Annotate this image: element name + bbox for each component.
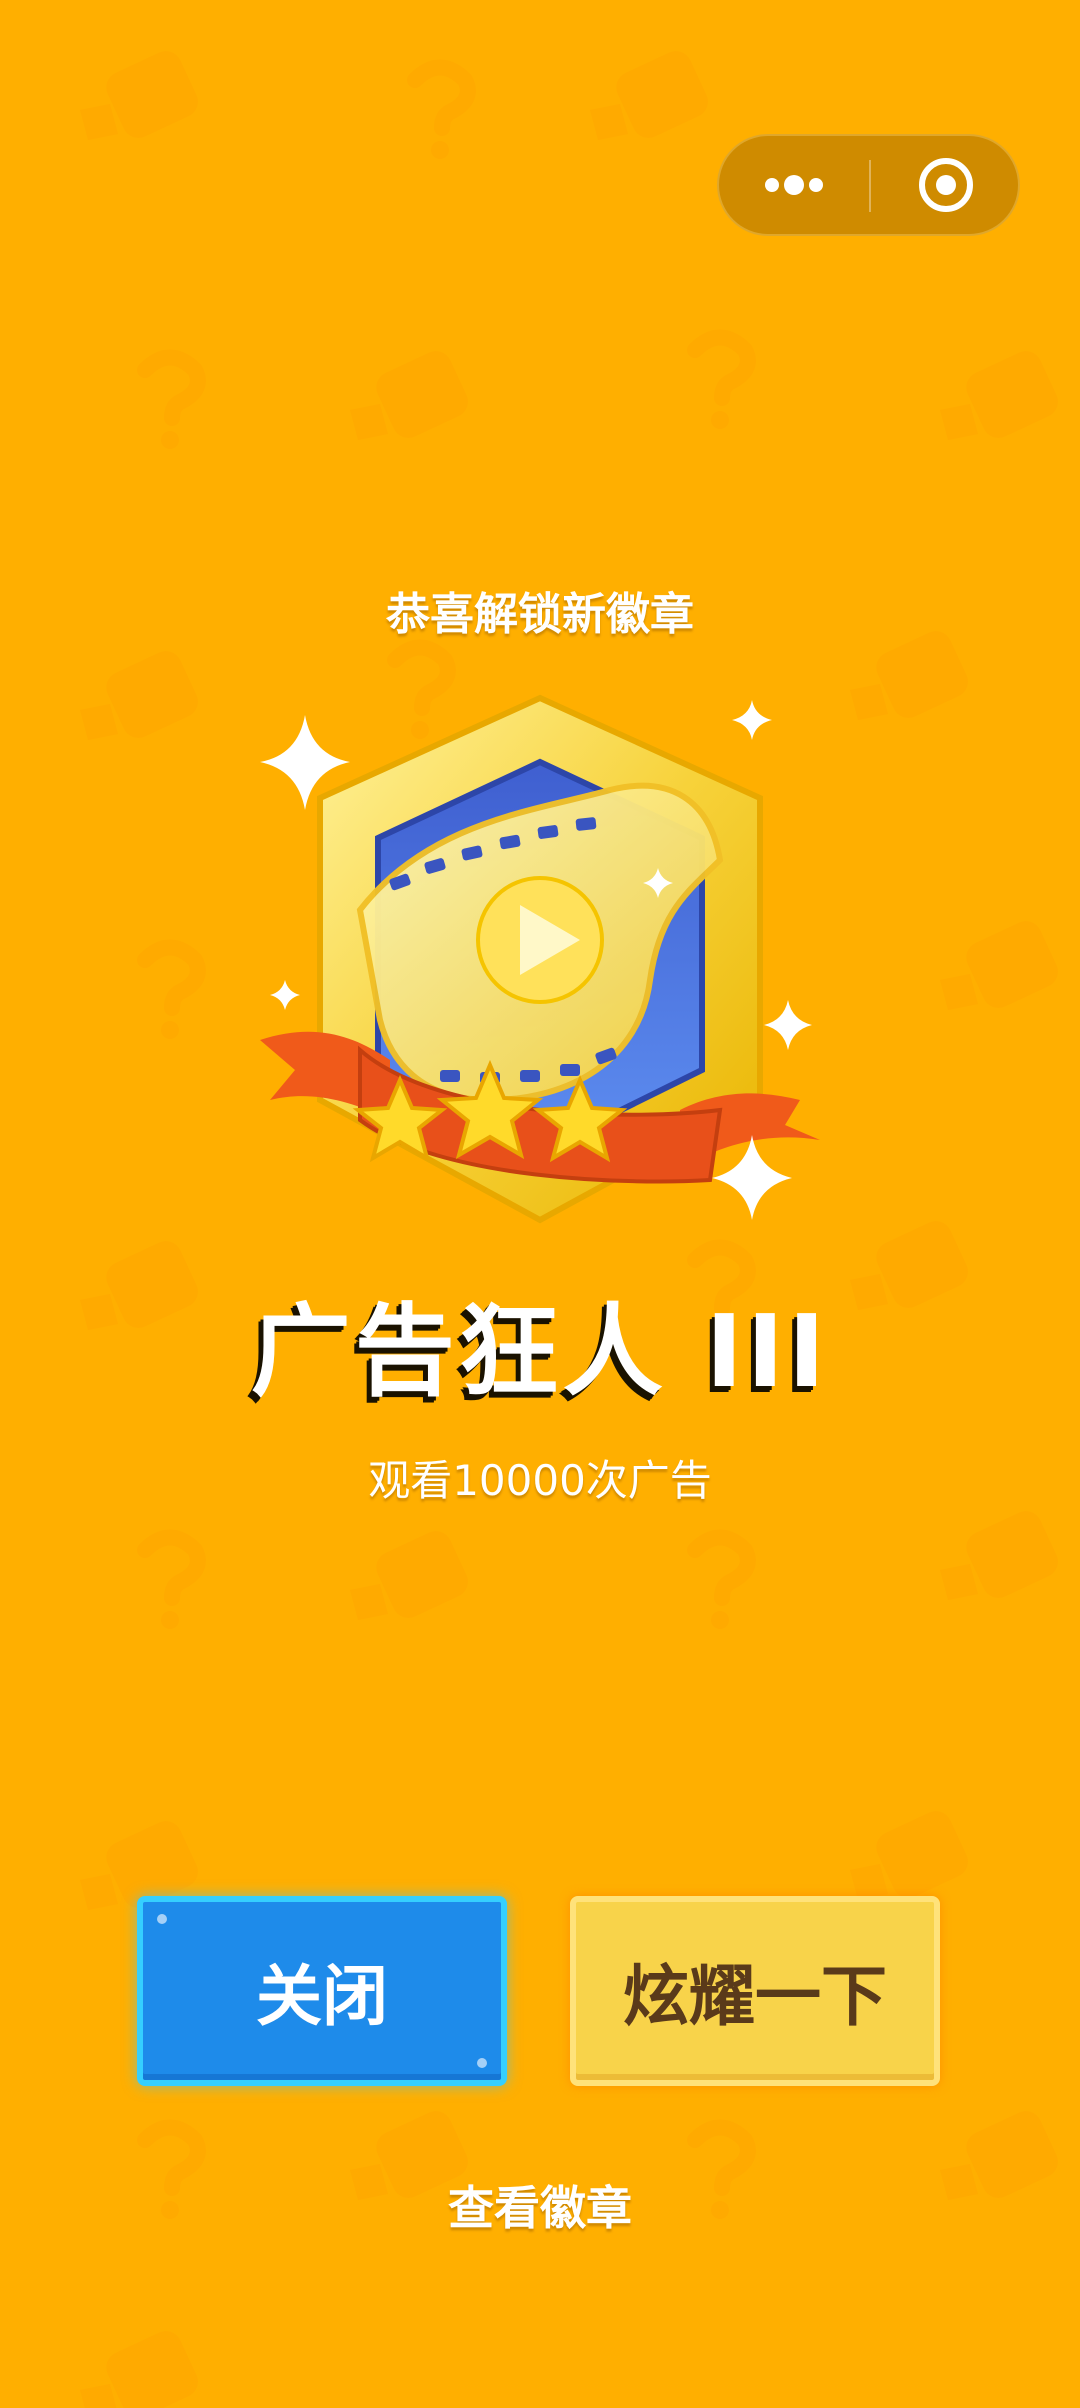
button-shine-dot (477, 2058, 487, 2068)
close-button[interactable]: 关闭 (137, 1896, 507, 2086)
badge-icon (260, 694, 820, 1224)
target-circle-icon (918, 158, 973, 212)
exit-mini-program-button[interactable] (871, 136, 1020, 234)
show-off-button-label: 炫耀一下 (623, 1958, 887, 2035)
badge-description: 观看10000次广告 (368, 1456, 712, 1505)
more-dots-icon (765, 175, 823, 195)
more-button[interactable] (719, 136, 869, 234)
button-shine-dot (157, 1914, 167, 1924)
show-off-button[interactable]: 炫耀一下 (570, 1896, 940, 2086)
unlock-subtitle: 恭喜解锁新徽章 (386, 589, 694, 640)
close-button-label: 关闭 (256, 1958, 388, 2035)
badge-name: 广告狂人 III (250, 1293, 830, 1410)
mini-program-capsule (717, 134, 1020, 236)
view-badges-link[interactable]: 查看徽章 (0, 2172, 1080, 2238)
